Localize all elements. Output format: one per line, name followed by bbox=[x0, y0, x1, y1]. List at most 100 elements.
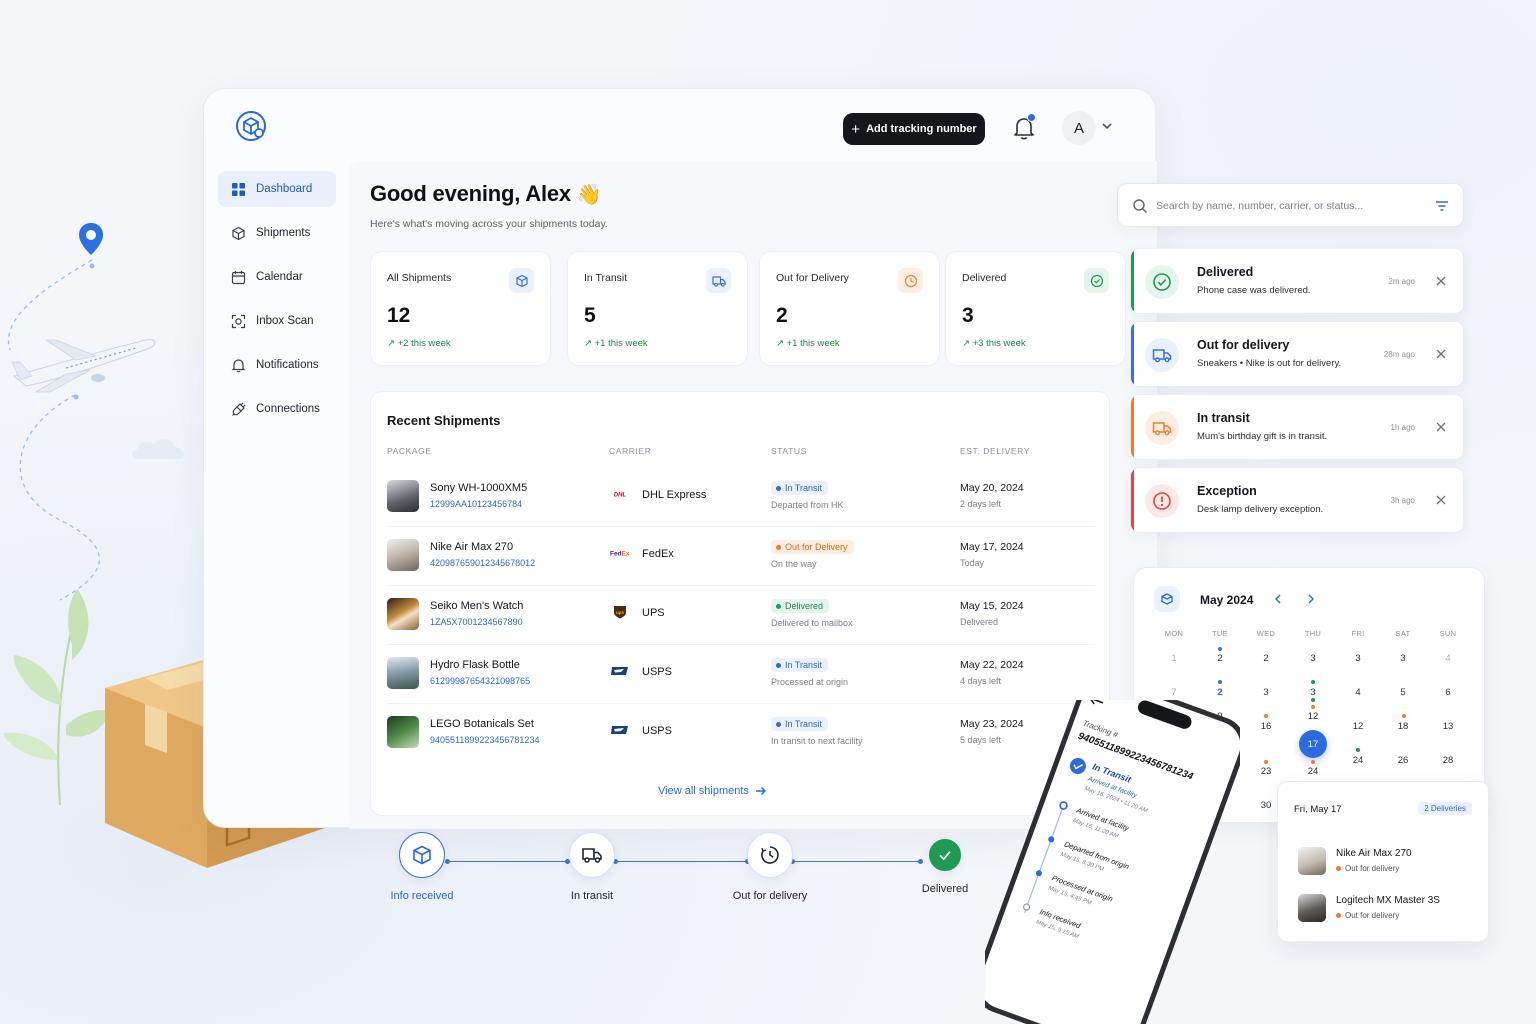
stat-change: ↗ +1 this week bbox=[776, 338, 840, 349]
close-icon[interactable] bbox=[1435, 494, 1447, 506]
weekday-label: WED bbox=[1256, 629, 1276, 638]
stat-card-delivered[interactable]: Delivered 3 ↗ +3 this week bbox=[945, 251, 1126, 366]
calendar-day[interactable]: 2 bbox=[1251, 653, 1281, 664]
days-left: 2 days left bbox=[960, 499, 1002, 509]
app-logo-icon[interactable] bbox=[234, 109, 268, 143]
scan-icon bbox=[231, 314, 246, 328]
product-thumbnail bbox=[387, 480, 419, 512]
user-avatar[interactable]: A bbox=[1062, 111, 1096, 145]
stat-change: ↗ +2 this week bbox=[387, 338, 451, 349]
notification-title: In transit bbox=[1197, 411, 1250, 425]
step-out-for-delivery[interactable]: Out for delivery bbox=[715, 832, 825, 902]
accent-bar bbox=[1131, 322, 1134, 386]
sidebar-nav: Dashboard Shipments Calendar Inbox Scan … bbox=[218, 171, 336, 435]
sidebar-item-label: Dashboard bbox=[256, 183, 313, 195]
tracking-number[interactable]: 1ZA5X7001234567890 bbox=[430, 617, 523, 627]
airplane-icon bbox=[11, 339, 156, 393]
calendar-day[interactable]: 16 bbox=[1251, 721, 1281, 732]
step-delivered[interactable]: Delivered bbox=[890, 832, 1000, 895]
notification-desc: Sneakers • Nike is out for delivery. bbox=[1197, 358, 1342, 369]
tracking-number[interactable]: 61299987654321098765 bbox=[430, 676, 530, 686]
calendar-day[interactable]: 3 bbox=[1343, 653, 1373, 664]
filter-icon[interactable] bbox=[1435, 199, 1449, 213]
notification-time: 28m ago bbox=[1383, 350, 1415, 359]
sidebar-item-inbox-scan[interactable]: Inbox Scan bbox=[218, 303, 336, 339]
tracking-number[interactable]: 12999AA10123456784 bbox=[430, 499, 522, 509]
calendar-day[interactable]: 3 bbox=[1388, 653, 1418, 664]
close-icon[interactable] bbox=[1435, 348, 1447, 360]
location-pin-icon bbox=[78, 222, 104, 256]
calendar-day[interactable]: 7 bbox=[1159, 687, 1189, 698]
sidebar-item-notifications[interactable]: Notifications bbox=[218, 347, 336, 383]
step-info-received[interactable]: Info received bbox=[367, 832, 477, 902]
svg-text:ups: ups bbox=[616, 610, 624, 615]
calendar-day[interactable]: 2 bbox=[1205, 653, 1235, 664]
calendar-day[interactable]: 28 bbox=[1433, 755, 1463, 766]
stat-card-out-for-delivery[interactable]: Out for Delivery 2 ↗ +1 this week bbox=[759, 251, 940, 366]
alert-icon bbox=[1145, 484, 1179, 518]
search-input[interactable] bbox=[1156, 196, 1426, 216]
delivery-date: May 22, 2024 bbox=[960, 659, 1024, 671]
delivery-dot bbox=[1218, 680, 1222, 684]
close-icon[interactable] bbox=[1435, 275, 1447, 287]
notification-card-delivered[interactable]: Delivered Phone case was delivered. 2m a… bbox=[1130, 248, 1464, 314]
calendar-day[interactable]: 4 bbox=[1433, 653, 1463, 664]
package-name: LEGO Botanicals Set bbox=[430, 718, 534, 730]
sidebar-item-calendar[interactable]: Calendar bbox=[218, 259, 336, 295]
calendar-day[interactable]: 5 bbox=[1388, 687, 1418, 698]
phone-mockup: Tracking # 9405511899223456781234 In Tra… bbox=[985, 700, 1240, 1024]
add-tracking-button[interactable]: + Add tracking number bbox=[843, 113, 985, 145]
calendar-day[interactable]: 3 bbox=[1298, 687, 1328, 698]
chevron-left-icon[interactable] bbox=[1272, 593, 1284, 605]
stat-card-in-transit[interactable]: In Transit 5 ↗ +1 this week bbox=[567, 251, 748, 366]
calendar-day[interactable]: 18 bbox=[1388, 721, 1418, 732]
column-header-status: STATUS bbox=[771, 446, 807, 456]
flight-path-decoration bbox=[7, 259, 100, 601]
calendar-day[interactable]: 24 bbox=[1298, 766, 1328, 777]
package-name: Hydro Flask Bottle bbox=[430, 659, 520, 671]
calendar-day[interactable]: 12 bbox=[1343, 721, 1373, 732]
tracking-progress-stepper: Info received In transit Out for deliver… bbox=[370, 832, 1010, 912]
calendar-day[interactable]: 26 bbox=[1388, 755, 1418, 766]
package-name: Sony WH-1000XM5 bbox=[430, 482, 528, 494]
table-row[interactable]: Seiko Men's Watch 1ZA5X7001234567890 ups… bbox=[371, 586, 1111, 644]
table-row[interactable]: Hydro Flask Bottle 61299987654321098765 … bbox=[371, 645, 1111, 703]
status-description: In transit to next facility bbox=[771, 736, 863, 746]
tracking-number[interactable]: 9405511899223456781234 bbox=[430, 735, 539, 745]
notification-card-out-for-delivery[interactable]: Out for delivery Sneakers • Nike is out … bbox=[1130, 321, 1464, 387]
tracking-number[interactable]: 420987659012345678012 bbox=[430, 558, 535, 568]
table-row[interactable]: Sony WH-1000XM5 12999AA10123456784 DHL D… bbox=[371, 468, 1111, 526]
chevron-down-icon[interactable] bbox=[1100, 119, 1114, 133]
calendar-day[interactable]: 13 bbox=[1433, 721, 1463, 732]
sidebar-item-dashboard[interactable]: Dashboard bbox=[218, 171, 336, 207]
list-item[interactable]: Nike Air Max 270 Out for delivery bbox=[1298, 845, 1478, 879]
calendar-day[interactable]: 2 bbox=[1205, 687, 1235, 698]
calendar-day[interactable]: 3 bbox=[1251, 687, 1281, 698]
close-icon[interactable] bbox=[1435, 421, 1447, 433]
step-in-transit[interactable]: In transit bbox=[537, 832, 647, 902]
notification-time: 2m ago bbox=[1388, 277, 1415, 286]
calendar-day[interactable]: 3 bbox=[1298, 653, 1328, 664]
calendar-day[interactable]: 6 bbox=[1433, 687, 1463, 698]
calendar-day[interactable]: 1 bbox=[1159, 653, 1189, 664]
chevron-right-icon[interactable] bbox=[1305, 593, 1317, 605]
calendar-day[interactable]: 24 bbox=[1343, 755, 1373, 766]
table-row[interactable]: Nike Air Max 270 420987659012345678012 F… bbox=[371, 527, 1111, 585]
carrier-name: USPS bbox=[642, 666, 672, 678]
view-all-shipments-link[interactable]: View all shipments bbox=[658, 785, 767, 797]
sidebar-item-connections[interactable]: Connections bbox=[218, 391, 336, 427]
calendar-day[interactable]: 12 bbox=[1298, 711, 1328, 722]
view-all-label: View all shipments bbox=[658, 785, 749, 797]
step-label: Out for delivery bbox=[732, 890, 808, 902]
sidebar-item-shipments[interactable]: Shipments bbox=[218, 215, 336, 251]
sidebar-item-label: Notifications bbox=[256, 359, 319, 371]
calendar-day-selected[interactable]: 17 bbox=[1299, 730, 1327, 758]
calendar-day[interactable]: 23 bbox=[1251, 766, 1281, 777]
product-thumbnail bbox=[387, 598, 419, 630]
notification-card-exception[interactable]: Exception Desk lamp delivery exception. … bbox=[1130, 467, 1464, 533]
notification-card-in-transit[interactable]: In transit Mum's birthday gift is in tra… bbox=[1130, 394, 1464, 460]
carrier-name: DHL Express bbox=[642, 489, 707, 501]
calendar-day[interactable]: 4 bbox=[1343, 687, 1373, 698]
stat-card-all-shipments[interactable]: All Shipments 12 ↗ +2 this week bbox=[370, 251, 551, 366]
list-item[interactable]: Logitech MX Master 3S Out for delivery bbox=[1298, 892, 1478, 926]
